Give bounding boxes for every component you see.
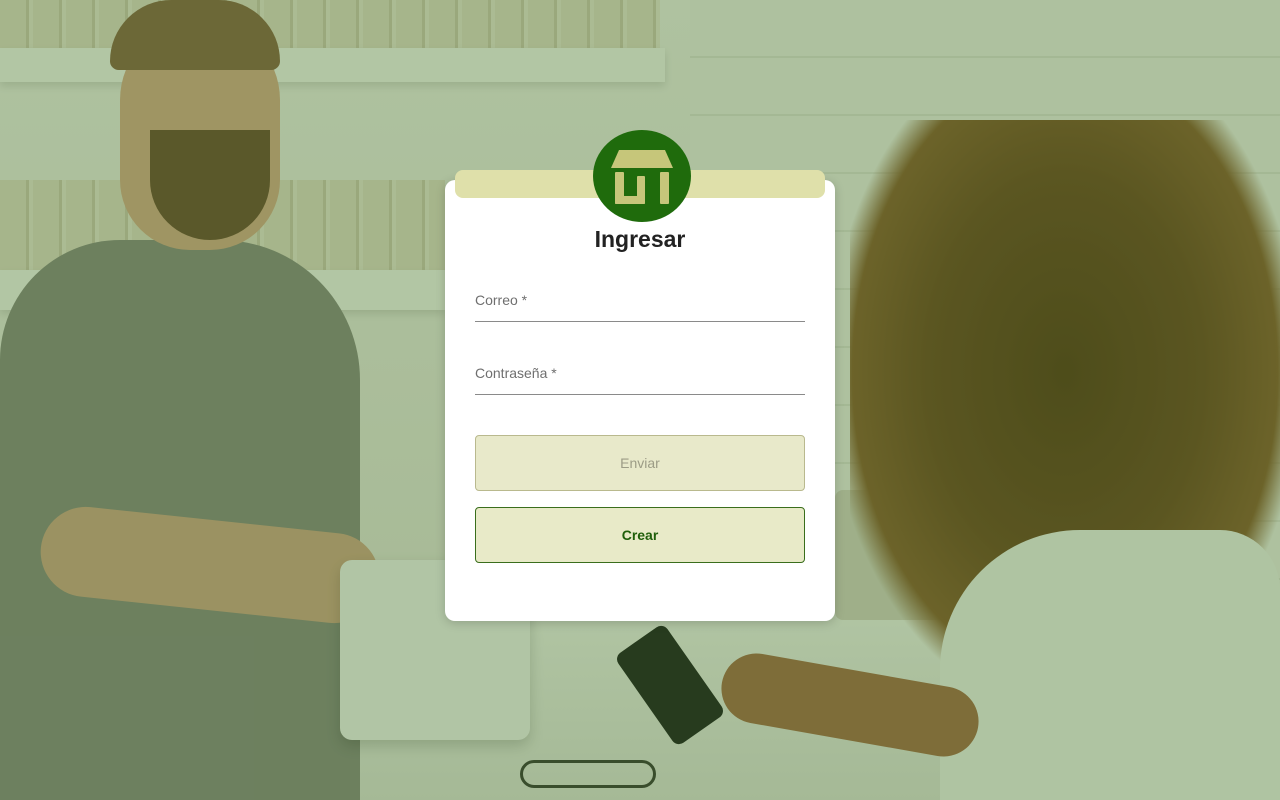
- password-input[interactable]: [475, 355, 805, 395]
- email-underline: [475, 321, 805, 322]
- email-input[interactable]: [475, 282, 805, 322]
- storefront-icon: [611, 150, 673, 204]
- password-field[interactable]: Contraseña *: [475, 355, 805, 395]
- create-account-button[interactable]: Crear: [475, 507, 805, 563]
- email-field[interactable]: Correo *: [475, 282, 805, 322]
- submit-button[interactable]: Enviar: [475, 435, 805, 491]
- store-logo: [593, 130, 691, 222]
- login-title: Ingresar: [594, 226, 686, 252]
- password-underline: [475, 394, 805, 395]
